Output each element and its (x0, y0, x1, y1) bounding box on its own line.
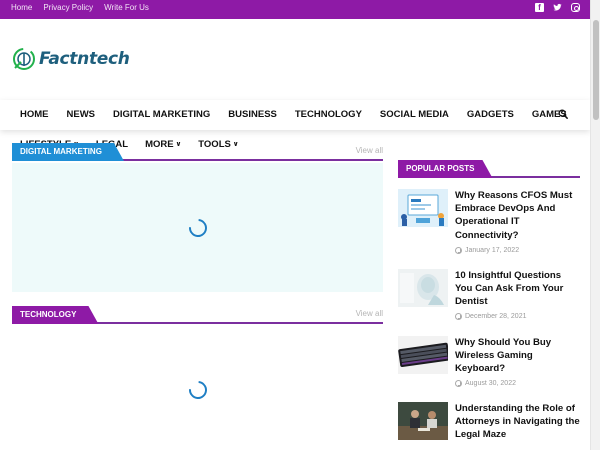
section-label[interactable]: DIGITAL MARKETING (12, 143, 124, 161)
section-header-digital-marketing: DIGITAL MARKETING View all (12, 143, 383, 161)
nav-item-home[interactable]: HOME (20, 109, 49, 120)
top-links: Home Privacy Policy Write For Us (11, 3, 149, 12)
clock-icon (455, 247, 462, 254)
top-link-write-for-us[interactable]: Write For Us (104, 3, 149, 12)
page-scrollbar[interactable] (590, 0, 600, 450)
nav-item-digital-marketing[interactable]: DIGITAL MARKETING (113, 109, 210, 120)
post-date-text: December 28, 2021 (465, 313, 527, 320)
post-thumbnail[interactable] (398, 402, 448, 440)
view-all-link[interactable]: View all (356, 309, 383, 318)
post-thumbnail[interactable] (398, 189, 448, 227)
section-panel-technology (12, 326, 383, 450)
nav-item-news[interactable]: NEWS (67, 109, 96, 120)
view-all-link[interactable]: View all (356, 146, 383, 155)
post-date-text: August 30, 2022 (465, 380, 516, 387)
post-title[interactable]: 10 Insightful Questions You Can Ask From… (455, 269, 580, 309)
loading-spinner-icon (185, 377, 211, 403)
top-link-home[interactable]: Home (11, 3, 32, 12)
post-title[interactable]: Understanding the Role of Attorneys in N… (455, 402, 580, 442)
top-link-privacy-policy[interactable]: Privacy Policy (43, 3, 93, 12)
clock-icon (455, 380, 462, 387)
nav-menu: HOME NEWS DIGITAL MARKETING BUSINESS TECHNOL… (20, 109, 585, 120)
section-header-technology: TECHNOLOGY View all (12, 306, 383, 324)
logo-text: Factntech (39, 49, 130, 69)
post-date: August 30, 2022 (455, 380, 516, 387)
facebook-icon[interactable]: f (535, 3, 544, 12)
search-icon[interactable] (558, 109, 568, 119)
clock-icon (455, 313, 462, 320)
main-navigation: HOME NEWS DIGITAL MARKETING BUSINESS TECHNOL… (0, 100, 590, 130)
popular-posts-header: POPULAR POSTS (398, 160, 580, 178)
logo-mark-icon (13, 48, 35, 70)
post-title[interactable]: Why Should You Buy Wireless Gaming Keybo… (455, 336, 580, 376)
nav-item-social-media[interactable]: SOCIAL MEDIA (380, 109, 449, 120)
nav-item-technology[interactable]: TECHNOLOGY (295, 109, 362, 120)
loading-spinner-icon (185, 215, 211, 241)
section-label[interactable]: TECHNOLOGY (12, 306, 98, 324)
top-bar: Home Privacy Policy Write For Us f (0, 0, 600, 19)
nav-item-gadgets[interactable]: GADGETS (467, 109, 514, 120)
post-date: December 28, 2021 (455, 313, 526, 320)
nav-item-business[interactable]: BUSINESS (228, 109, 277, 120)
post-thumbnail[interactable] (398, 336, 448, 374)
popular-posts-label: POPULAR POSTS (398, 160, 492, 178)
post-date-text: January 17, 2022 (465, 247, 520, 254)
scrollbar-thumb[interactable] (593, 20, 599, 120)
post-date: January 17, 2022 (455, 247, 519, 254)
site-logo[interactable]: Factntech (11, 46, 130, 72)
post-thumbnail[interactable] (398, 269, 448, 307)
twitter-icon[interactable] (553, 3, 562, 12)
section-panel-digital-marketing (12, 163, 383, 292)
instagram-icon[interactable] (571, 3, 580, 12)
post-title[interactable]: Why Reasons CFOS Must Embrace DevOps And… (455, 189, 580, 242)
social-links: f (535, 3, 580, 12)
